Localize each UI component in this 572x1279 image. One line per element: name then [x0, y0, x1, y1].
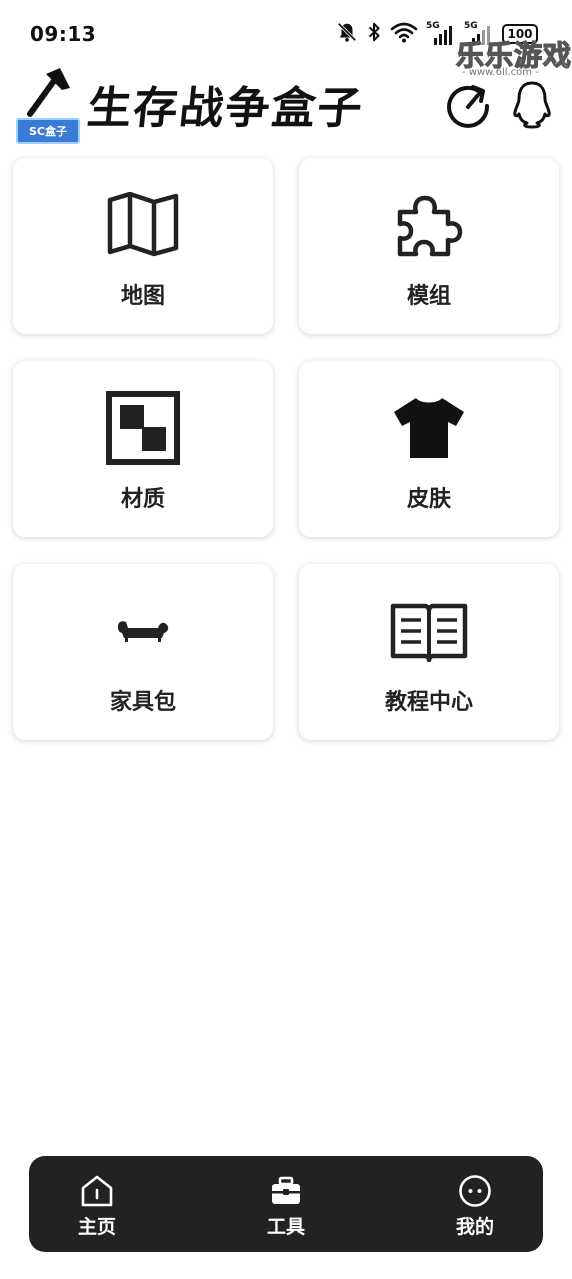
menu-card-tutorials[interactable]: 教程中心	[299, 564, 559, 740]
puzzle-icon	[299, 184, 559, 266]
tshirt-icon	[299, 387, 559, 469]
menu-card-furniture[interactable]: 家具包	[13, 564, 273, 740]
sofa-icon	[13, 590, 273, 672]
app-logo: SC盒子	[16, 66, 82, 146]
texture-icon	[13, 387, 273, 469]
menu-label-skin: 皮肤	[406, 487, 451, 512]
menu-label-mods: 模组	[406, 284, 451, 309]
app-title: 生存战争盒子	[84, 83, 367, 134]
menu-card-map[interactable]: 地图	[13, 158, 273, 334]
nav-label-profile: 我的	[455, 1216, 494, 1238]
nav-label-home: 主页	[77, 1216, 116, 1238]
toolbox-icon	[226, 1174, 346, 1208]
nav-item-home[interactable]: 主页	[37, 1156, 157, 1252]
menu-card-mods[interactable]: 模组	[299, 158, 559, 334]
menu-card-texture[interactable]: 材质	[13, 361, 273, 537]
home-icon	[37, 1174, 157, 1208]
menu-label-tutorials: 教程中心	[384, 690, 473, 715]
book-icon	[299, 590, 559, 672]
nav-label-tools: 工具	[266, 1216, 305, 1238]
menu-card-skin[interactable]: 皮肤	[299, 361, 559, 537]
map-icon	[13, 184, 273, 266]
menu-label-furniture: 家具包	[109, 690, 176, 715]
refresh-icon	[447, 85, 490, 128]
refresh-button[interactable]	[442, 78, 494, 130]
wifi-icon	[390, 21, 418, 47]
qq-penguin-icon	[513, 81, 551, 129]
bottom-nav: 主页 工具 我的	[29, 1156, 543, 1252]
hammer-icon	[27, 68, 70, 117]
profile-face-icon	[415, 1174, 535, 1208]
nav-item-tools[interactable]: 工具	[226, 1156, 346, 1252]
qq-button[interactable]	[506, 78, 558, 130]
bell-muted-icon	[336, 21, 358, 47]
logo-badge: SC盒子	[16, 118, 80, 144]
cell-signal-icon: 5G	[426, 21, 456, 47]
bluetooth-icon	[366, 21, 382, 47]
header: SC盒子 生存战争盒子	[0, 66, 572, 150]
status-time: 09:13	[30, 22, 97, 46]
nav-item-profile[interactable]: 我的	[415, 1156, 535, 1252]
menu-label-texture: 材质	[120, 487, 165, 512]
menu-label-map: 地图	[120, 284, 165, 309]
logo-badge-text: SC盒子	[29, 125, 67, 138]
